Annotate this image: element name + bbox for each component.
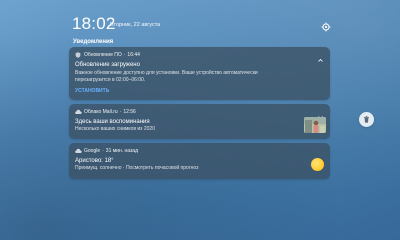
notification-title: Обновление загружено (75, 62, 140, 68)
status-header: 18:02 Вторник, 22 августа (72, 14, 332, 36)
sun-icon (311, 158, 324, 171)
notification-time: 31 мин. назад (105, 148, 138, 154)
clock: 18:02 (72, 14, 116, 33)
notification-google-weather[interactable]: Google · 31 мин. назад Аристово: 18° Пре… (69, 143, 330, 179)
clear-all-trash-icon[interactable] (359, 112, 374, 127)
settings-gear-icon[interactable] (321, 19, 331, 32)
notifications-heading: Уведомления (73, 39, 114, 45)
chevron-up-icon[interactable] (317, 51, 324, 62)
notification-header: Облако Mail.ru · 12:56 (75, 108, 136, 116)
cloud-icon (75, 109, 82, 115)
notification-cloud-memories[interactable]: Облако Mail.ru · 12:56 Здесь ваши воспом… (69, 104, 330, 139)
memories-thumbnail[interactable] (304, 117, 326, 133)
notification-time: 12:56 (123, 109, 136, 115)
notification-app-name: Google (84, 148, 101, 154)
notification-body: Преимущ. солнечно · Посмотреть почасовой… (75, 165, 199, 171)
notification-app-name: Облако Mail.ru (84, 109, 118, 115)
notification-header: Обновление ПО · 16:44 (75, 51, 140, 59)
notification-title: Здесь ваши воспоминания (75, 119, 150, 125)
notification-software-update[interactable]: Обновление ПО · 16:44 Обновление загруже… (69, 47, 330, 100)
notification-title: Аристово: 18° (75, 158, 114, 164)
weather-cloud-icon (75, 148, 82, 154)
chevron-down-icon[interactable] (317, 108, 324, 120)
install-button[interactable]: УСТАНОВИТЬ (75, 88, 109, 95)
notification-body: Несколько ваших снимков из 2020 (75, 126, 155, 132)
notification-header: Google · 31 мин. назад (75, 147, 138, 155)
notification-app-name: Обновление ПО (84, 52, 122, 58)
system-update-icon (75, 52, 81, 58)
date-label: Вторник, 22 августа (110, 22, 161, 28)
notification-time: 16:44 (127, 52, 140, 58)
notification-body: Важное обновление доступно для установки… (75, 70, 258, 83)
